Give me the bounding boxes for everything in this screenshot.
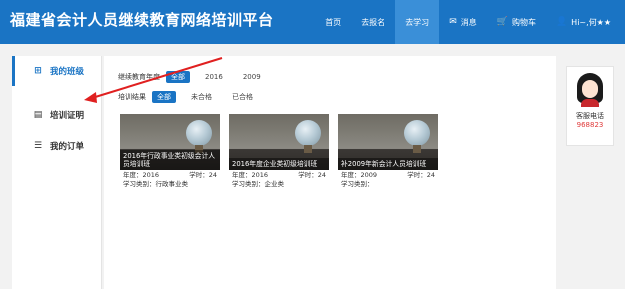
course-card[interactable]: 2016年行政事业类初级会计人员培训班 年度：2016 学时：24 学习类别：行… xyxy=(120,114,220,190)
avatar-face xyxy=(582,80,598,98)
course-title: 补2009年新会计人员培训班 xyxy=(338,158,438,170)
grid-icon: ⊞ xyxy=(34,66,42,76)
avatar-body xyxy=(581,99,599,107)
course-card[interactable]: 补2009年新会计人员培训班 年度：2009 学时：24 学习类别： xyxy=(338,114,438,190)
sidebar-item-label: 我的订单 xyxy=(50,142,85,152)
course-year: 年度：2009 xyxy=(341,171,378,179)
nav-home[interactable]: 首页 xyxy=(315,0,351,44)
nav-messages-label: 消息 xyxy=(460,17,477,27)
nav-signup-label: 去报名 xyxy=(361,17,386,27)
course-meta-row: 年度：2016 学时：24 xyxy=(123,171,217,180)
sidebar-item-certificate[interactable]: ▤ 培训证明 xyxy=(12,100,101,130)
course-thumbnail: 补2009年新会计人员培训班 xyxy=(338,114,438,170)
sidebar-item-label: 我的班级 xyxy=(50,67,85,77)
cart-icon: 🛒 xyxy=(496,17,508,27)
user-icon: 👤 xyxy=(555,17,568,27)
globe-image xyxy=(295,120,321,146)
course-thumbnail: 2016年行政事业类初级会计人员培训班 xyxy=(120,114,220,170)
course-category: 学习类别：企业类 xyxy=(232,180,284,188)
year-option-2009[interactable]: 2009 xyxy=(238,72,266,82)
result-option-qualified[interactable]: 已合格 xyxy=(227,91,258,103)
list-icon: ☰ xyxy=(33,141,43,151)
result-filter-label: 培训结果 xyxy=(118,93,146,101)
course-hours: 学时：24 xyxy=(189,171,217,179)
mail-icon: ✉ xyxy=(449,17,457,27)
support-label: 客服电话 xyxy=(576,112,604,120)
course-year: 年度：2016 xyxy=(123,171,160,179)
course-thumbnail: 2016年度企业类初级培训班 xyxy=(229,114,329,170)
nav-user[interactable]: 👤 Hi~,何★★ xyxy=(546,0,625,44)
nav-home-label: 首页 xyxy=(325,17,342,27)
course-title: 2016年行政事业类初级会计人员培训班 xyxy=(120,150,220,170)
sidebar-item-my-class[interactable]: ⊞ 我的班级 xyxy=(12,56,101,86)
course-meta: 年度：2016 学时：24 学习类别：行政事业类 xyxy=(120,170,220,190)
globe-image xyxy=(404,120,430,146)
course-category: 学习类别：行政事业类 xyxy=(123,180,188,188)
top-header: 福建省会计人员继续教育网络培训平台 首页 去报名 去学习 ✉ 消息 🛒 购物车 … xyxy=(0,0,625,44)
nav-messages[interactable]: ✉ 消息 xyxy=(439,0,487,44)
year-filter: 继续教育年度 全部 2016 2009 xyxy=(118,71,276,83)
sidebar-item-label: 培训证明 xyxy=(50,111,85,121)
sidebar-item-orders[interactable]: ☰ 我的订单 xyxy=(12,131,101,161)
top-nav: 首页 去报名 去学习 ✉ 消息 🛒 购物车 👤 Hi~,何★★ xyxy=(315,0,625,44)
course-meta-row: 年度：2016 学时：24 xyxy=(232,171,326,180)
globe-stand xyxy=(413,145,421,153)
main-content: 继续教育年度 全部 2016 2009 培训结果 全部 未合格 已合格 2016… xyxy=(104,56,556,289)
globe-stand xyxy=(304,145,312,153)
course-category: 学习类别： xyxy=(341,180,374,188)
course-year: 年度：2016 xyxy=(232,171,269,179)
course-hours: 学时：24 xyxy=(407,171,435,179)
support-avatar xyxy=(575,73,605,107)
support-phone: 968823 xyxy=(576,121,604,129)
nav-signup[interactable]: 去报名 xyxy=(351,0,395,44)
nav-cart[interactable]: 🛒 购物车 xyxy=(487,0,546,44)
course-cards: 2016年行政事业类初级会计人员培训班 年度：2016 学时：24 学习类别：行… xyxy=(120,114,447,190)
sidebar: ⊞ 我的班级 ▤ 培训证明 ☰ 我的订单 xyxy=(12,56,102,289)
customer-service-panel: 客服电话 968823 xyxy=(566,66,614,146)
nav-user-label: Hi~,何★★ xyxy=(571,17,611,27)
nav-cart-label: 购物车 xyxy=(511,17,536,27)
result-filter: 培训结果 全部 未合格 已合格 xyxy=(118,91,268,103)
course-card[interactable]: 2016年度企业类初级培训班 年度：2016 学时：24 学习类别：企业类 xyxy=(229,114,329,190)
year-filter-label: 继续教育年度 xyxy=(118,73,160,81)
course-title: 2016年度企业类初级培训班 xyxy=(229,158,329,170)
nav-study[interactable]: 去学习 xyxy=(395,0,440,44)
course-hours: 学时：24 xyxy=(298,171,326,179)
course-meta: 年度：2009 学时：24 学习类别： xyxy=(338,170,438,190)
result-option-unqualified[interactable]: 未合格 xyxy=(186,91,217,103)
nav-study-label: 去学习 xyxy=(405,17,430,27)
year-option-2016[interactable]: 2016 xyxy=(200,72,228,82)
course-meta: 年度：2016 学时：24 学习类别：企业类 xyxy=(229,170,329,190)
certificate-icon: ▤ xyxy=(33,110,43,120)
course-meta-row: 年度：2009 学时：24 xyxy=(341,171,435,180)
globe-image xyxy=(186,120,212,146)
result-option-all[interactable]: 全部 xyxy=(152,91,176,103)
site-title: 福建省会计人员继续教育网络培训平台 xyxy=(10,11,274,29)
year-option-all[interactable]: 全部 xyxy=(166,71,190,83)
